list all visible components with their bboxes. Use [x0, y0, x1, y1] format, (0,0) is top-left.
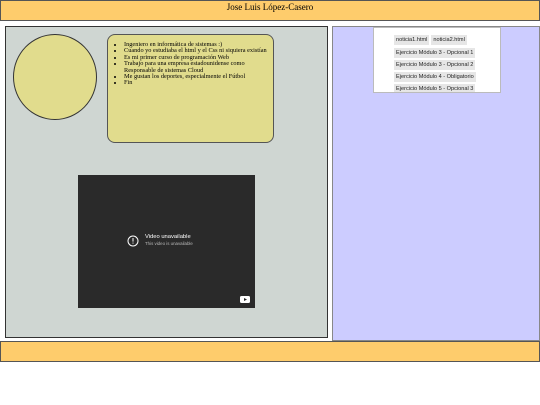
page-footer: [0, 341, 540, 362]
nav-row: Ejercicio Módulo 3 - Opcional 2: [394, 60, 477, 70]
video-title: Video unavailable: [145, 234, 191, 240]
bio-list: Ingeniero en informática de sistemas :) …: [108, 35, 273, 87]
nav-row-news: noticia1.html noticia2.html: [394, 35, 469, 45]
video-embed[interactable]: Video unavailable This video is unavaila…: [78, 175, 255, 308]
video-text: Video unavailable This video is unavaila…: [145, 234, 193, 247]
nav-row: Ejercicio Módulo 4 - Obligatorio: [394, 72, 478, 82]
bio-box: Ingeniero en informática de sistemas :) …: [107, 34, 274, 143]
video-subtitle: This video is unavailable: [145, 241, 193, 246]
nav-link-modulo3-opcional2[interactable]: Ejercicio Módulo 3 - Opcional 2: [394, 60, 476, 70]
nav-frame[interactable]: noticia1.html noticia2.html Ejercicio Mód…: [373, 27, 501, 93]
nav-link-modulo4-obligatorio[interactable]: Ejercicio Módulo 4 - Obligatorio: [394, 72, 476, 82]
nav-link-noticia1[interactable]: noticia1.html: [394, 35, 430, 45]
sidebar: noticia1.html noticia2.html Ejercicio Mód…: [332, 26, 540, 341]
bio-item: Fin: [124, 80, 269, 87]
nav-link-noticia2[interactable]: noticia2.html: [431, 35, 467, 45]
avatar-circle: [13, 34, 97, 120]
nav-link-modulo3-opcional1[interactable]: Ejercicio Módulo 3 - Opcional 1: [394, 48, 476, 58]
youtube-logo-icon[interactable]: [240, 296, 250, 303]
nav-row: Ejercicio Módulo 3 - Opcional 1: [394, 48, 477, 58]
alert-circle-icon: [127, 235, 139, 247]
video-message: Video unavailable This video is unavaila…: [127, 234, 193, 247]
page-title: Jose Luis López-Casero: [226, 2, 314, 12]
nav-row: Ejercicio Módulo 5 - Opcional 3: [394, 84, 477, 92]
nav-link-modulo5-opcional3[interactable]: Ejercicio Módulo 5 - Opcional 3: [394, 84, 476, 92]
main-content: Ingeniero en informática de sistemas :) …: [5, 26, 328, 338]
page-header: Jose Luis López-Casero: [0, 0, 540, 21]
